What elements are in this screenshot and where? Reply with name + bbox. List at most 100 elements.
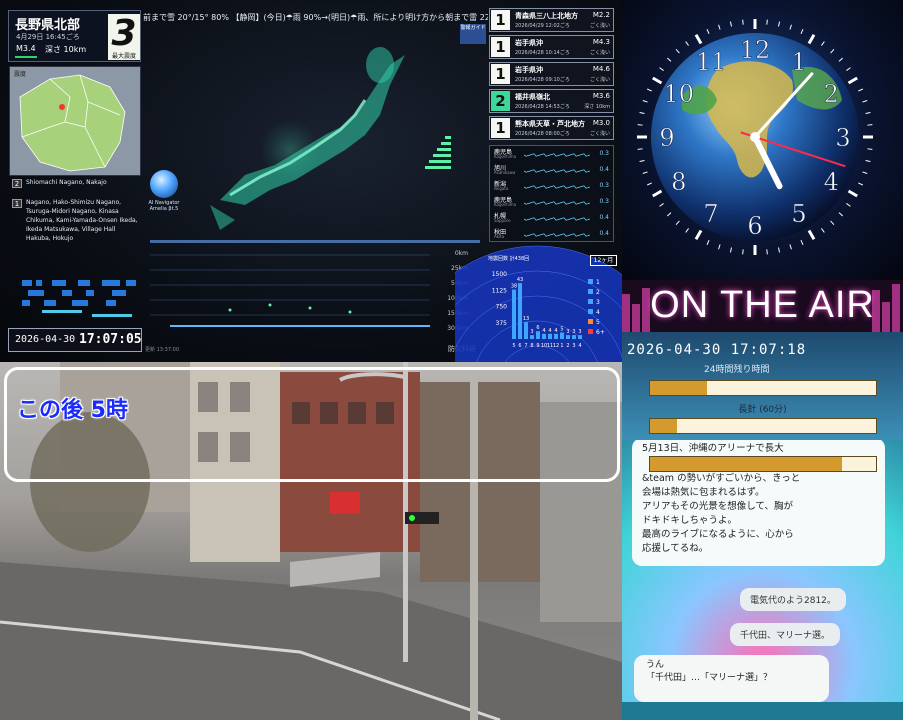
- max-intensity-badge: 3 最大震度: [108, 13, 140, 60]
- seismo-row: 鹿児島 Kagoshima 0.3: [490, 194, 613, 210]
- latest-quake-card[interactable]: 長野県北部 4月29日 16:45ごろ M3.4 深さ 10km 3 最大震度: [8, 10, 141, 62]
- countdown-panel: 2026-04-30 17:07:18 24時間残り時間 長針 (60分): [622, 332, 903, 440]
- seismo-row: 旭川 Asahikawa 0.4: [490, 162, 613, 178]
- x-tick-label: 8: [530, 343, 533, 349]
- bar: [518, 283, 522, 339]
- quake-list-magnitude: M4.6: [592, 65, 610, 73]
- clock-tick: [778, 247, 781, 253]
- seismograph-list: 鹿児島 Kagoshima 0.3 旭川 Asahikawa 0.4 新潟 Niigata 0.…: [489, 145, 614, 242]
- quake-list-region: 青森県三八上北地方: [515, 12, 578, 20]
- seismo-value: 0.3: [599, 182, 609, 189]
- clock-numeral: 12: [740, 36, 771, 64]
- x-tick-label: 1: [560, 343, 563, 349]
- quake-list-item[interactable]: 2 福井県嶺北 M3.6 2026/04/28 14:53ごろ 深さ 10km: [489, 89, 614, 113]
- quake-list-item[interactable]: 1 岩手県沖 M4.6 2026/04/28 09:10ごろ ごく浅い: [489, 62, 614, 86]
- bar-value-label: 6: [536, 325, 539, 331]
- station-intensity: 1: [12, 199, 22, 208]
- progress-fill: [650, 381, 707, 395]
- seismo-value: 0.3: [599, 150, 609, 157]
- x-tick-label: 5: [512, 343, 515, 349]
- ai-navigator[interactable]: AI Navigator Amelia βt.5: [143, 170, 185, 212]
- seismo-station-roman: Kagoshima: [494, 202, 517, 207]
- status-subtitle: 24時間残り時間: [704, 365, 770, 375]
- quake-list-item[interactable]: 1 青森県三八上北地方 M2.2 2026/04/29 12:02ごろ ごく浅い: [489, 8, 614, 32]
- ai-navigator-label: AI Navigator Amelia βt.5: [148, 200, 180, 212]
- message-line: 会場は熱気に包まれるはず。: [642, 487, 765, 498]
- quake-list-item[interactable]: 1 岩手県沖 M4.3 2026/04/28 10:14ごろ ごく浅い: [489, 35, 614, 59]
- seismo-station-roman: Sapporo: [494, 218, 511, 223]
- quake-list-intensity: 1: [491, 118, 510, 138]
- clock-time: 17:07:05: [79, 332, 142, 347]
- seismo-waveform: [524, 185, 590, 189]
- epicenter-map[interactable]: 震度: [9, 66, 141, 176]
- quake-list-magnitude: M3.6: [592, 92, 610, 100]
- clock-tick: [685, 228, 689, 233]
- clock-tick: [742, 249, 744, 255]
- on-air-label: ON THE AIR: [650, 284, 875, 326]
- clock-tick: [646, 182, 652, 186]
- x-tick-label: 4: [578, 343, 581, 349]
- bar-value-label: 38: [511, 284, 517, 290]
- legend-swatch: [588, 319, 593, 324]
- clock-tick: [766, 249, 768, 255]
- period-selector[interactable]: 12ヶ月: [590, 255, 617, 266]
- quake-list-time: 2026/04/29 12:02ごろ: [515, 23, 570, 29]
- max-intensity-label: 最大震度: [111, 53, 136, 60]
- prefecture-map: [19, 74, 126, 172]
- clock-tick: [789, 24, 792, 30]
- progress-bar-hour: [649, 418, 877, 434]
- clock-tick: [652, 189, 663, 198]
- message-line: アリアもその光景を想像して、胸が: [642, 501, 794, 512]
- clock-tick: [639, 160, 645, 163]
- clock-tick: [862, 100, 868, 103]
- user-message: 千代田、マリーナ選。: [730, 623, 841, 646]
- quake-list-depth: ごく浅い: [589, 50, 610, 56]
- clock-numeral: 1: [791, 48, 806, 76]
- clock-tick: [646, 88, 652, 92]
- bar-value-label: 4: [542, 328, 545, 334]
- quake-list-depth: ごく浅い: [589, 77, 610, 83]
- clock-tick: [637, 148, 643, 150]
- station-row: 1 Nagano, Hako-Shimizu Nagano, Tsuruga-M…: [10, 198, 142, 273]
- clock-tick: [652, 76, 663, 85]
- quake-list-region: 岩手県沖: [515, 39, 543, 47]
- clock-tick: [694, 229, 703, 240]
- quake-depth: 深さ 10km: [45, 45, 87, 54]
- clock-tick: [642, 100, 648, 103]
- clock-numeral: 2: [824, 80, 839, 108]
- globe-clock-panel: 12 1 2 3 4 5 6 7 8 9 10 11: [622, 0, 903, 280]
- bar: [536, 331, 540, 339]
- clock-tick: [846, 67, 851, 71]
- map-label: 震度: [14, 71, 27, 78]
- quake-list-time: 2026/04/28 08:00ごろ: [515, 131, 570, 137]
- station-names: Nagano, Hako-Shimizu Nagano, Tsuruga-Mid…: [26, 199, 138, 242]
- clock-tick: [830, 48, 835, 54]
- clock-tick: [729, 247, 732, 253]
- progress-fill: [650, 419, 678, 433]
- quake-list-depth: ごく浅い: [589, 131, 610, 137]
- clock-tick: [778, 21, 781, 27]
- quake-list-intensity: 2: [491, 91, 510, 111]
- signal-bars: [425, 136, 451, 169]
- station-intensity: 2: [12, 179, 22, 188]
- seismo-row: 新潟 Niigata 0.3: [490, 178, 613, 194]
- bar-value-label: 3: [578, 329, 581, 335]
- clock-tick: [666, 57, 672, 62]
- clock-tick: [800, 28, 804, 34]
- clock-numeral: 9: [659, 124, 674, 152]
- station-row: 2 Shiomachi Nagano, Nakajo: [10, 178, 142, 198]
- quake-magnitude: M3.4: [16, 44, 36, 53]
- clock-numeral: 4: [824, 168, 839, 196]
- earthquake-monitor-panel: 前まで雪 20°/15° 80% 【静岡】(今日)☂雨 90%→(明日)☂雨、所…: [0, 0, 622, 362]
- tsunami-guide-icon[interactable]: 警報ガイド: [460, 24, 486, 44]
- bar: [560, 332, 564, 339]
- clock-tick: [694, 34, 703, 45]
- bar: [548, 333, 552, 339]
- clock-tick: [807, 34, 816, 45]
- y-tick-label: 750: [496, 304, 508, 311]
- caption-frame: この後 5時: [4, 367, 620, 482]
- quake-count-panel[interactable]: 1500 1125 750 375 38 5 43 6 13 7 3 8 6 9 4 10 4 11 4 12 5 1 3 2…: [455, 236, 622, 362]
- quake-list-item[interactable]: 1 熊本県天草・芦北地方 M3.0 2026/04/28 08:00ごろ ごく浅…: [489, 116, 614, 140]
- legend-label: 1: [596, 279, 600, 286]
- bar-value-label: 4: [548, 328, 551, 334]
